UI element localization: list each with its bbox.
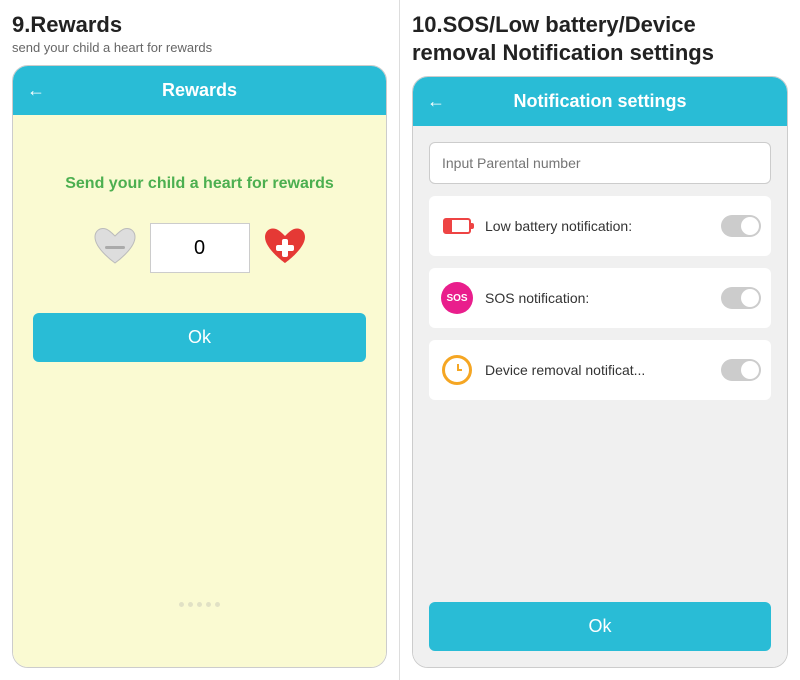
low-battery-toggle[interactable] (721, 215, 761, 237)
heart-controls: 0 (90, 223, 310, 273)
sos-label: SOS notification: (485, 290, 711, 306)
left-phone-body: Send your child a heart for rewards 0 (13, 115, 386, 667)
right-back-button[interactable]: ← (427, 91, 445, 112)
left-phone-frame: ← Rewards Send your child a heart for re… (12, 65, 387, 668)
device-removal-label: Device removal notificat... (485, 362, 711, 378)
rewards-prompt-text: Send your child a heart for rewards (65, 175, 334, 193)
device-removal-notification-row: Device removal notificat... (429, 340, 771, 400)
sos-icon: SOS (439, 280, 475, 316)
battery-icon (439, 208, 475, 244)
right-panel: 10.SOS/Low battery/Device removal Notifi… (400, 0, 800, 680)
left-header-title: Rewards (27, 80, 372, 101)
sos-notification-row: SOS SOS notification: (429, 268, 771, 328)
left-back-button[interactable]: ← (27, 80, 45, 101)
parental-number-input[interactable] (429, 142, 771, 184)
sos-toggle[interactable] (721, 287, 761, 309)
right-ok-button[interactable]: Ok (429, 602, 771, 651)
right-header-title: Notification settings (427, 91, 773, 112)
device-removal-toggle[interactable] (721, 359, 761, 381)
right-phone-frame: ← Notification settings Low battery noti… (412, 76, 788, 668)
left-section-title: 9.Rewards (12, 12, 387, 38)
right-phone-body: Low battery notification: SOS SOS notifi… (413, 126, 787, 667)
left-phone-header: ← Rewards (13, 66, 386, 115)
right-section-title2: removal Notification settings (412, 40, 788, 66)
left-panel: 9.Rewards send your child a heart for re… (0, 0, 400, 680)
low-battery-label: Low battery notification: (485, 218, 711, 234)
right-section-title: 10.SOS/Low battery/Device (412, 12, 788, 38)
decorative-dots (13, 602, 386, 607)
increment-heart-button[interactable] (260, 223, 310, 273)
heart-count-display: 0 (150, 223, 250, 273)
left-ok-button[interactable]: Ok (33, 313, 366, 362)
low-battery-notification-row: Low battery notification: (429, 196, 771, 256)
left-section-subtitle: send your child a heart for rewards (12, 40, 387, 55)
decrement-heart-button[interactable] (90, 223, 140, 273)
clock-icon (439, 352, 475, 388)
right-phone-header: ← Notification settings (413, 77, 787, 126)
